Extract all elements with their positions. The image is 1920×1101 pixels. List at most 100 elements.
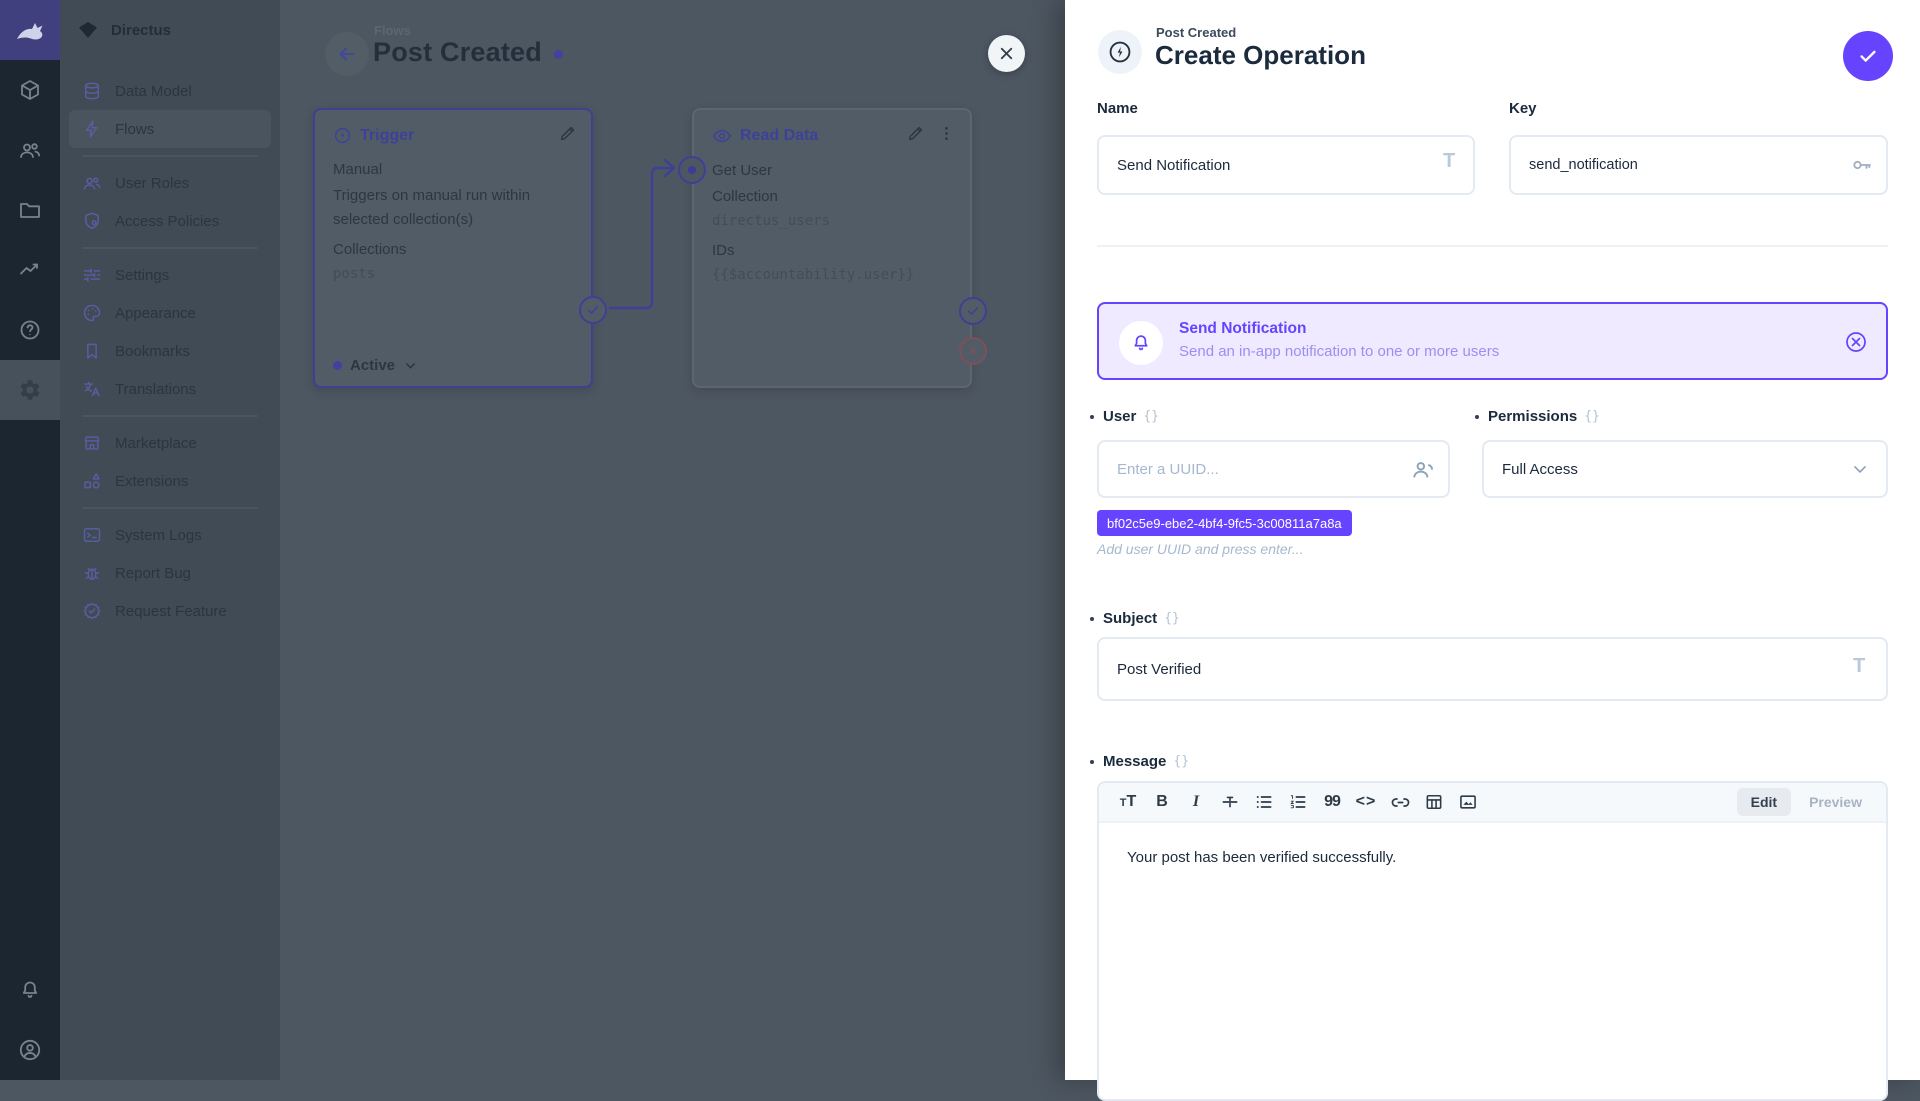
user-roles-icon (82, 173, 102, 193)
trigger-resolve-node[interactable] (579, 296, 607, 324)
project-logo-icon (76, 18, 100, 42)
edit-trigger-button[interactable] (558, 124, 577, 143)
table-icon[interactable] (1419, 788, 1449, 816)
strikethrough-icon[interactable] (1215, 788, 1245, 816)
message-body[interactable]: Your post has been verified successfully… (1099, 823, 1886, 892)
sidebar-item-label: Bookmarks (115, 343, 190, 360)
required-dot (1475, 415, 1479, 419)
bullet-list-icon[interactable] (1249, 788, 1279, 816)
operation-input-node[interactable] (678, 156, 706, 184)
raw-value-icon[interactable]: {} (1584, 409, 1600, 424)
sidebar-item-label: Translations (115, 381, 196, 398)
sidebar-item-label: Appearance (115, 305, 196, 322)
heading-icon[interactable]: TT (1113, 788, 1143, 816)
name-input[interactable] (1097, 135, 1475, 195)
sidebar-item-label: Access Policies (115, 213, 219, 230)
save-button[interactable] (1843, 31, 1893, 81)
trigger-bolt-icon (333, 126, 352, 145)
translate-icon (82, 379, 102, 399)
nav-divider (60, 148, 280, 164)
sidebar-item-flows[interactable]: Flows (69, 110, 271, 148)
sidebar-item-report-bug[interactable]: Report Bug (69, 554, 271, 592)
operation-panel-read-data[interactable]: Read Data Get User Collection directus_u… (692, 108, 972, 388)
bolt-icon (82, 119, 102, 139)
sidebar-item-system-logs[interactable]: System Logs (69, 516, 271, 554)
operation-drawer: Post Created Create Operation Name T Key… (1065, 0, 1920, 1080)
sidebar-item-extensions[interactable]: Extensions (69, 462, 271, 500)
drawer-header-icon (1098, 30, 1142, 74)
resolve-node[interactable] (959, 297, 987, 325)
subject-input[interactable] (1097, 637, 1888, 701)
module-users[interactable] (0, 120, 60, 180)
permissions-select[interactable]: Full Access (1482, 440, 1888, 498)
user-uuid-chip[interactable]: bf02c5e9-ebe2-4bf4-9fc5-3c00811a7a8a (1097, 510, 1352, 536)
bold-icon[interactable]: B (1147, 788, 1177, 816)
raw-value-icon[interactable]: {} (1173, 754, 1189, 769)
sidebar-item-user-roles[interactable]: User Roles (69, 164, 271, 202)
operation-type-banner[interactable]: Send Notification Send an in-app notific… (1097, 302, 1888, 380)
activity-icon (18, 258, 42, 282)
module-bar (0, 0, 60, 1080)
edit-tab[interactable]: Edit (1737, 788, 1791, 816)
shapes-icon (82, 471, 102, 491)
blockquote-icon[interactable]: 99 (1317, 788, 1347, 816)
sidebar-item-label: System Logs (115, 527, 202, 544)
numbered-list-icon[interactable] (1283, 788, 1313, 816)
sidebar-item-label: Request Feature (115, 603, 227, 620)
directus-logo[interactable] (0, 0, 60, 60)
module-insights[interactable] (0, 240, 60, 300)
sidebar-item-data-model[interactable]: Data Model (69, 72, 271, 110)
sidebar-item-appearance[interactable]: Appearance (69, 294, 271, 332)
deselect-operation-button[interactable] (1844, 330, 1868, 354)
reject-node[interactable] (959, 337, 987, 365)
key-input[interactable] (1509, 135, 1888, 195)
operation-name: Get User (712, 159, 952, 183)
sidebar-item-settings[interactable]: Settings (69, 256, 271, 294)
image-icon[interactable] (1453, 788, 1483, 816)
link-icon[interactable] (1385, 788, 1415, 816)
chevron-down-icon (403, 358, 418, 373)
module-content[interactable] (0, 60, 60, 120)
sidebar-item-access-policies[interactable]: Access Policies (69, 202, 271, 240)
sliders-icon (82, 265, 102, 285)
sidebar-item-bookmarks[interactable]: Bookmarks (69, 332, 271, 370)
italic-icon[interactable]: I (1181, 788, 1211, 816)
module-files[interactable] (0, 180, 60, 240)
trigger-panel[interactable]: Trigger Manual Triggers on manual run wi… (313, 108, 593, 388)
nav-list: Data Model Flows User Roles Access Polic… (60, 72, 280, 630)
user-uuid-input[interactable] (1097, 440, 1450, 498)
edit-operation-button[interactable] (906, 124, 925, 143)
back-button[interactable] (325, 32, 369, 76)
user-avatar-button[interactable] (0, 1020, 60, 1080)
subject-label: Subject {} (1097, 610, 1180, 627)
close-icon (997, 44, 1016, 63)
raw-value-icon[interactable]: {} (1164, 611, 1180, 626)
sidebar-item-request-feature[interactable]: Request Feature (69, 592, 271, 630)
sidebar-item-translations[interactable]: Translations (69, 370, 271, 408)
shield-icon (82, 211, 102, 231)
nav-divider (60, 408, 280, 424)
sidebar-item-marketplace[interactable]: Marketplace (69, 424, 271, 462)
collections-label: Collections (333, 238, 573, 262)
arrow-left-icon (336, 43, 358, 65)
status-dot (333, 361, 342, 370)
breadcrumb[interactable]: Flows (374, 23, 411, 38)
preview-tab[interactable]: Preview (1795, 788, 1876, 816)
trigger-description: Triggers on manual run within selected c… (333, 184, 573, 232)
gear-icon (18, 378, 42, 402)
sidebar-item-label: Extensions (115, 473, 188, 490)
kebab-menu-icon[interactable] (937, 124, 956, 143)
module-settings[interactable] (0, 360, 60, 420)
code-icon[interactable]: <> (1351, 788, 1381, 816)
module-help[interactable] (0, 300, 60, 360)
drawer-breadcrumb: Post Created (1156, 25, 1236, 40)
notifications-button[interactable] (0, 960, 60, 1020)
folder-icon (18, 198, 42, 222)
status-label: Active (350, 357, 395, 374)
project-header[interactable]: Directus (60, 0, 280, 60)
raw-value-icon[interactable]: {} (1143, 409, 1159, 424)
drawer-close-button[interactable] (988, 35, 1025, 72)
project-name: Directus (111, 22, 171, 39)
flow-status-toggle[interactable]: Active (333, 357, 418, 374)
message-editor: TT B I 99 <> Edit Preview Your post has … (1097, 781, 1888, 1101)
